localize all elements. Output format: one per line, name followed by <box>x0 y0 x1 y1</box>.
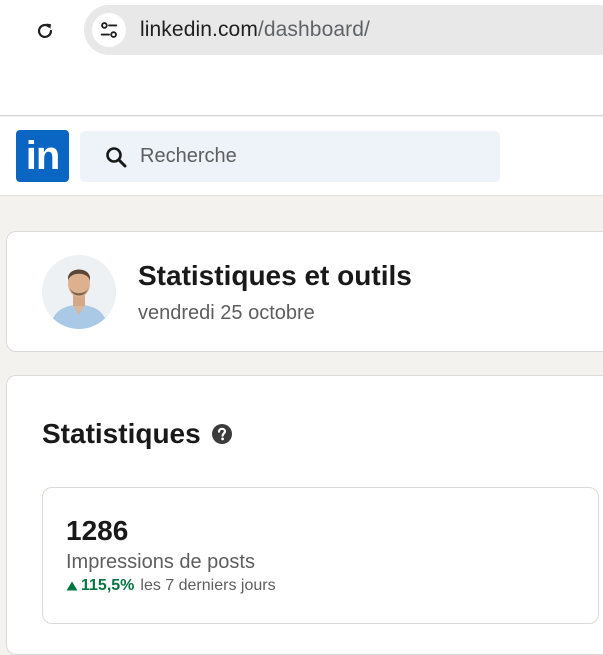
url-host: linkedin.com <box>140 18 258 41</box>
avatar[interactable] <box>42 255 116 329</box>
profile-card: Statistiques et outils vendredi 25 octob… <box>6 231 603 352</box>
linkedin-logo[interactable]: in <box>16 130 69 182</box>
page-title: Statistiques et outils <box>138 260 412 291</box>
change-percentage: 115,5% <box>81 577 135 594</box>
post-impressions-tile[interactable]: 1286 Impressions de posts 115,5% les 7 d… <box>42 487 599 624</box>
search-icon <box>104 145 128 169</box>
statistics-heading: Statistiques <box>42 418 233 450</box>
reload-icon <box>37 23 53 38</box>
address-bar[interactable]: linkedin.com/dashboard/ <box>84 5 603 55</box>
trend-up-icon <box>66 580 78 592</box>
search-box[interactable] <box>80 131 500 182</box>
metric-label: Impressions de posts <box>66 551 255 573</box>
metric-change: 115,5% les 7 derniers jours <box>66 577 276 595</box>
url-path: /dashboard/ <box>257 18 370 41</box>
reload-button[interactable] <box>30 16 60 46</box>
search-input[interactable] <box>140 145 460 168</box>
help-icon[interactable] <box>211 423 233 445</box>
linkedin-header: in <box>0 117 603 196</box>
metric-value: 1286 <box>66 515 129 546</box>
statistics-heading-label: Statistiques <box>42 418 201 449</box>
current-date: vendredi 25 octobre <box>138 302 315 324</box>
browser-toolbar: linkedin.com/dashboard/ <box>0 0 603 116</box>
site-info-button[interactable] <box>92 13 126 47</box>
tune-icon <box>100 22 118 38</box>
change-period: les 7 derniers jours <box>140 577 276 594</box>
statistics-card: Statistiques 1286 Impressions de posts 1… <box>6 375 603 655</box>
url-text[interactable]: linkedin.com/dashboard/ <box>140 18 370 42</box>
